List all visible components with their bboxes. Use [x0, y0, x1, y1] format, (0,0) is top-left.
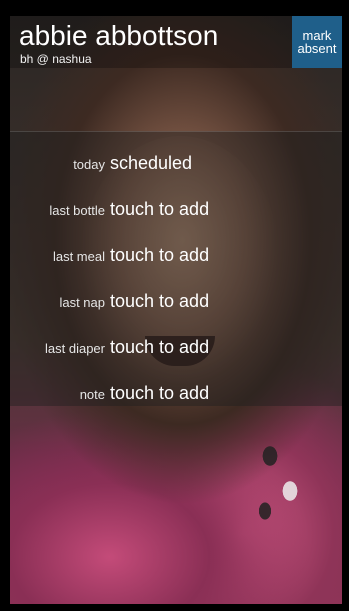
header: abbie abbottson bh @ nashua mark absent	[10, 16, 342, 68]
row-last-nap[interactable]: last nap touch to add	[10, 284, 342, 316]
location-label: bh @ nashua	[20, 52, 92, 66]
row-last-meal[interactable]: last meal touch to add	[10, 238, 342, 270]
mark-absent-label-line2: absent	[297, 41, 337, 56]
row-today[interactable]: today scheduled	[10, 146, 342, 178]
mark-absent-button[interactable]: mark absent	[292, 16, 342, 68]
row-label: last bottle	[49, 203, 105, 218]
row-label: last nap	[59, 295, 105, 310]
row-value: touch to add	[110, 383, 210, 403]
row-value: touch to add	[110, 199, 210, 219]
row-last-diaper[interactable]: last diaper touch to add	[10, 330, 342, 362]
row-label: last diaper	[45, 341, 105, 356]
row-value: touch to add	[110, 337, 210, 357]
photo-detail-shirt	[250, 436, 310, 526]
row-value: touch to add	[110, 291, 210, 311]
child-name: abbie abbottson	[19, 20, 219, 51]
row-last-bottle[interactable]: last bottle touch to add	[10, 192, 342, 224]
activity-panel: today scheduled last bottle touch to add…	[10, 131, 342, 406]
app-screen: abbie abbottson bh @ nashua mark absent …	[10, 16, 342, 604]
row-label: today	[73, 157, 105, 172]
row-note[interactable]: note touch to add	[10, 376, 342, 408]
row-value: touch to add	[110, 245, 210, 265]
row-label: note	[79, 387, 105, 402]
row-label: last meal	[52, 249, 105, 264]
row-value: scheduled	[110, 153, 193, 173]
